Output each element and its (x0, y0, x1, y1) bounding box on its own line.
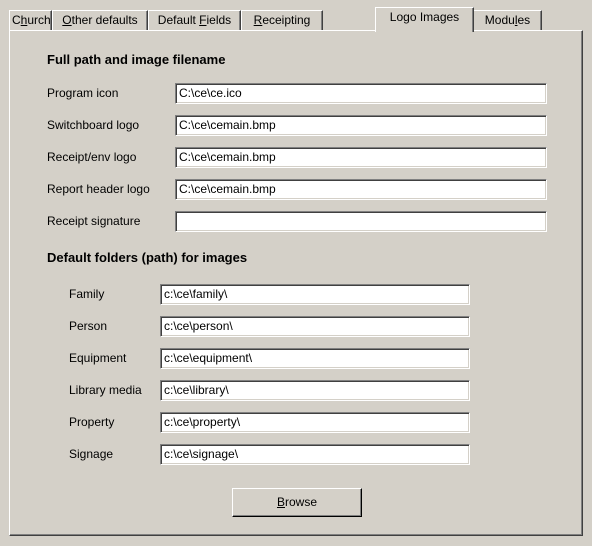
tab-modules[interactable]: Modules (473, 10, 542, 30)
tab-church[interactable]: Church (9, 10, 52, 30)
tab-default-fields-accel: F (199, 13, 207, 27)
tab-church-label-a: C (12, 13, 21, 27)
tab-receipting[interactable]: Receipting (241, 10, 323, 30)
tab-modules-label-b: es (517, 13, 531, 27)
tab-modules-label-a: Modu (484, 13, 515, 27)
tab-default-fields-label-a: Default (157, 13, 200, 27)
tab-receipting-label-b: eceipting (262, 13, 311, 27)
tab-logo-images-label: Logo Images (389, 10, 460, 24)
tab-church-label-b: urch (27, 13, 51, 27)
logo-images-panel (9, 30, 583, 536)
tab-other-defaults[interactable]: Other defaults (52, 10, 148, 30)
tab-logo-images[interactable]: Logo Images (375, 7, 474, 32)
tab-receipting-accel: R (253, 13, 263, 27)
tab-other-defaults-accel: O (62, 13, 72, 27)
tab-other-defaults-label-b: ther defaults (71, 13, 138, 27)
tab-default-fields[interactable]: Default Fields (148, 10, 241, 30)
tab-strip: Church Other defaults Default Fields Rec… (9, 7, 589, 32)
tab-default-fields-label-b: ields (206, 13, 232, 27)
